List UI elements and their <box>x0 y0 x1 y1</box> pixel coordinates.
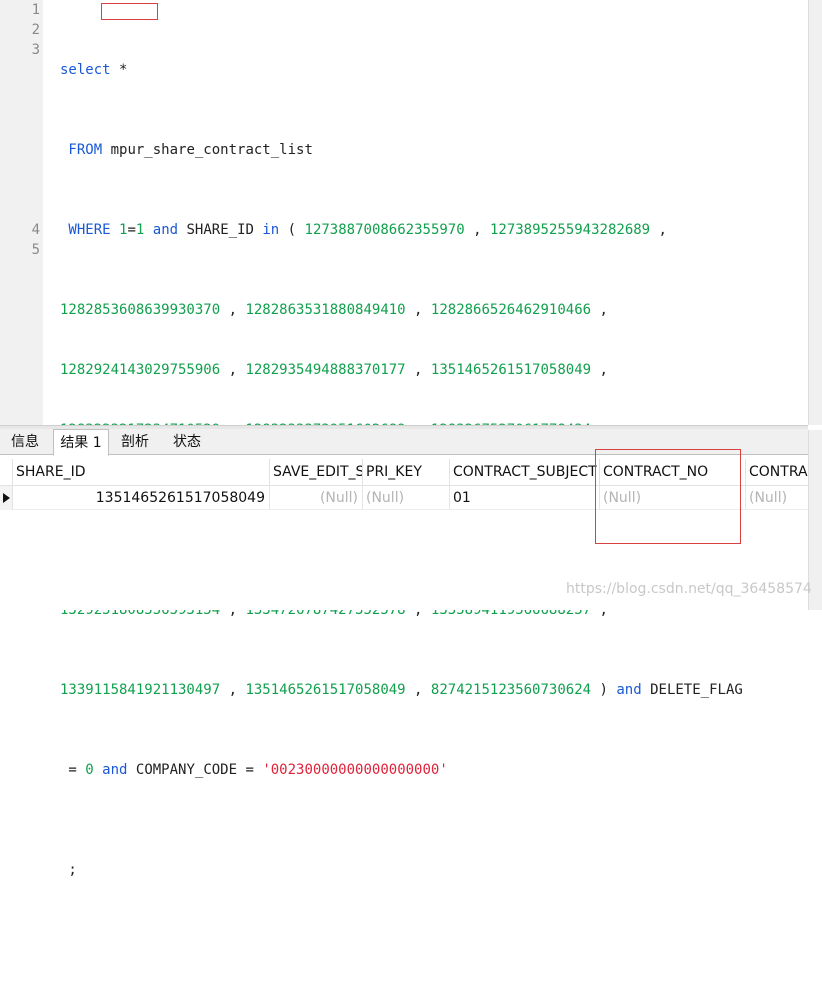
id-value: 1282863531880849410 <box>245 302 406 318</box>
comma: , <box>591 362 608 378</box>
column-share-id: SHARE_ID <box>178 222 263 238</box>
operator: = <box>60 762 86 778</box>
highlight-box-contract-no <box>595 449 741 544</box>
code-line-3: WHERE 1=1 and SHARE_ID in ( 127388700866… <box>60 220 743 240</box>
keyword-and: and <box>102 762 128 778</box>
column-header-contract-subject[interactable]: CONTRACT_SUBJECT <box>450 459 600 486</box>
tab-status[interactable]: 状态 <box>161 429 213 455</box>
column-header-share-id[interactable]: SHARE_ID <box>13 459 270 486</box>
comma: , <box>220 302 246 318</box>
code-wrap-line: 1282924143029755906 , 128293549488837017… <box>60 360 743 380</box>
number: 0 <box>85 762 94 778</box>
line-number: 4 <box>31 222 40 238</box>
keyword-in: in <box>262 222 280 238</box>
code-line-2: FROM mpur_share_contract_list <box>60 140 743 160</box>
code-line-4: ; <box>60 860 743 880</box>
comma: , <box>591 302 608 318</box>
id-value: 1282924143029755906 <box>60 362 221 378</box>
comma: , <box>405 302 431 318</box>
line-number: 1 <box>31 2 40 18</box>
close-paren: ) <box>591 682 617 698</box>
line-number: 2 <box>31 22 40 38</box>
id-value: 1339115841921130497 <box>60 682 221 698</box>
id-value: 1351465261517058049 <box>430 362 592 378</box>
line-number: 5 <box>31 242 40 258</box>
column-delete-flag: DELETE_FLAG <box>641 682 743 698</box>
row-pointer-icon <box>3 493 10 503</box>
editor-vertical-scrollbar[interactable] <box>808 0 822 425</box>
line-number-gutter: 1 2 3 4 5 <box>0 0 43 425</box>
string-literal: '00230000000000000000' <box>262 762 448 778</box>
id-value: 1282853608639930370 <box>60 302 221 318</box>
keyword-and: and <box>152 222 179 238</box>
column-company-code: COMPANY_CODE = <box>127 762 263 778</box>
keyword-and: and <box>616 682 642 698</box>
operator: = <box>127 222 136 238</box>
cell-contract-subject[interactable]: 01 <box>450 486 600 510</box>
tab-result-1[interactable]: 结果 1 <box>53 429 109 456</box>
keyword-from: FROM <box>60 142 103 158</box>
table-name: mpur_share_contract_list <box>102 142 313 158</box>
cell-pri-key[interactable]: (Null) <box>363 486 450 510</box>
line-number: 3 <box>31 42 40 58</box>
comma: , <box>220 362 246 378</box>
highlight-box-select <box>101 3 158 20</box>
semicolon: ; <box>60 862 77 878</box>
column-header-contra[interactable]: CONTRA <box>746 459 808 486</box>
comma: , <box>650 222 667 238</box>
comma: , <box>464 222 490 238</box>
open-paren: ( <box>279 222 305 238</box>
id-value: 1282866526462910466 <box>430 302 592 318</box>
cell-share-id[interactable]: 1351465261517058049 <box>13 486 270 510</box>
id-value: 1351465261517058049 <box>245 682 406 698</box>
keyword-select: select <box>60 62 111 78</box>
column-header-pri-key[interactable]: PRI_KEY <box>363 459 450 486</box>
tab-info[interactable]: 信息 <box>0 429 50 455</box>
comma: , <box>405 682 431 698</box>
cell-contra[interactable]: (Null) <box>746 486 808 510</box>
code-wrap-line: 1282853608639930370 , 128286353188084941… <box>60 300 743 320</box>
column-header-save-edit[interactable]: SAVE_EDIT_S <box>270 459 363 486</box>
sql-editor[interactable]: 1 2 3 4 5 select * FROM mpur_share_contr… <box>0 0 808 878</box>
select-star: * <box>110 62 128 78</box>
id-value: 1282935494888370177 <box>245 362 406 378</box>
code-wrap-line: 1339115841921130497 , 135146526151705804… <box>60 680 743 700</box>
cell-save-edit[interactable]: (Null) <box>270 486 363 510</box>
comma: , <box>220 682 246 698</box>
tab-profile[interactable]: 剖析 <box>109 429 161 455</box>
id-value: 1273887008662355970 <box>304 222 465 238</box>
id-value: 8274215123560730624 <box>430 682 592 698</box>
current-row-indicator[interactable] <box>0 486 13 510</box>
code-wrap-line: = 0 and COMPANY_CODE = '0023000000000000… <box>60 760 743 780</box>
row-header-corner <box>0 459 13 486</box>
keyword-where: WHERE <box>60 222 120 238</box>
code-line-1: select * <box>60 60 743 80</box>
id-value: 1273895255943282689 <box>489 222 651 238</box>
watermark: https://blog.csdn.net/qq_36458574 <box>566 581 812 597</box>
comma: , <box>405 362 431 378</box>
